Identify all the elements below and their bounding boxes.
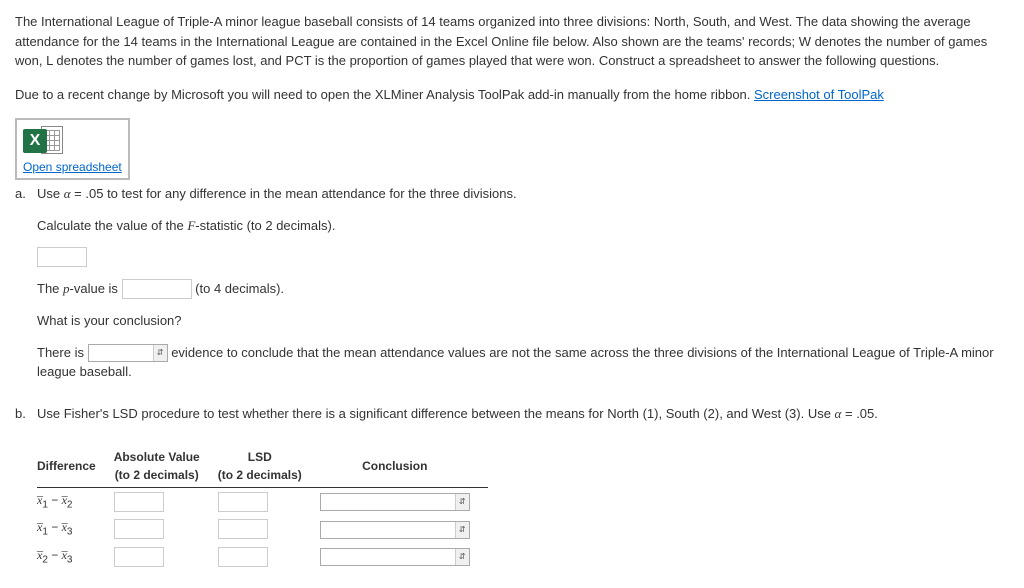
table-header-row: Difference Absolute Value(to 2 decimals)… <box>37 445 488 488</box>
p-value-input[interactable] <box>122 279 192 299</box>
th-conclusion: Conclusion <box>320 445 488 488</box>
conclusion-select[interactable]: ⇵ <box>320 521 470 539</box>
pval-post: (to 4 decimals). <box>195 281 284 296</box>
q-a-line1: Use α = .05 to test for any difference i… <box>37 184 1009 204</box>
th-difference: Difference <box>37 445 114 488</box>
conc-pre: There is <box>37 345 88 360</box>
open-spreadsheet-link[interactable]: Open spreadsheet <box>23 158 122 176</box>
evidence-select[interactable]: ⇵ <box>88 344 168 362</box>
chevron-updown-icon: ⇵ <box>455 549 469 565</box>
chevron-updown-icon: ⇵ <box>153 345 167 361</box>
q-a-l1-post: to test for any difference in the mean a… <box>103 186 516 201</box>
q-a-l2-pre: Calculate the value of the <box>37 218 187 233</box>
q-b-label: b. <box>15 404 37 436</box>
lsd-table-wrap: Difference Absolute Value(to 2 decimals)… <box>15 445 1009 570</box>
table-row: x2 − x3 ⇵ <box>37 543 488 570</box>
q-a-l1-pre: Use <box>37 186 64 201</box>
qb-eq: = .05. <box>841 406 878 421</box>
diff-cell: x2 − x3 <box>37 543 114 570</box>
lsd-value-input[interactable] <box>218 519 268 539</box>
conclusion-question: What is your conclusion? <box>37 311 1009 331</box>
question-b: b. Use Fisher's LSD procedure to test wh… <box>15 404 1009 436</box>
intro-paragraph-2: Due to a recent change by Microsoft you … <box>15 85 1009 105</box>
abs-value-input[interactable] <box>114 547 164 567</box>
diff-cell: x1 − x2 <box>37 488 114 516</box>
conclusion-row: There is ⇵ evidence to conclude that the… <box>37 343 1009 382</box>
excel-icon[interactable]: X <box>23 126 65 158</box>
qb-pre: Use Fisher's LSD procedure to test wheth… <box>37 406 835 421</box>
alpha-var: α <box>64 186 71 201</box>
abs-value-input[interactable] <box>114 492 164 512</box>
q-a-l1-eq: = .05 <box>71 186 104 201</box>
pval-pre: The <box>37 281 63 296</box>
q-b-text: Use Fisher's LSD procedure to test wheth… <box>37 404 1009 424</box>
abs-value-input[interactable] <box>114 519 164 539</box>
lsd-table: Difference Absolute Value(to 2 decimals)… <box>37 445 488 570</box>
conclusion-select[interactable]: ⇵ <box>320 548 470 566</box>
excel-x-badge: X <box>23 129 47 153</box>
intro-paragraph-1: The International League of Triple-A min… <box>15 12 1009 71</box>
toolpak-screenshot-link[interactable]: Screenshot of ToolPak <box>754 87 884 102</box>
th-absolute: Absolute Value(to 2 decimals) <box>114 445 218 488</box>
conc-post: evidence to conclude that the mean atten… <box>37 345 994 380</box>
q-a-label: a. <box>15 184 37 394</box>
p-value-row: The p-value is (to 4 decimals). <box>37 279 1009 299</box>
th-lsd: LSD(to 2 decimals) <box>218 445 320 488</box>
excel-container: X Open spreadsheet <box>15 118 130 180</box>
chevron-updown-icon: ⇵ <box>455 494 469 510</box>
conclusion-select[interactable]: ⇵ <box>320 493 470 511</box>
chevron-updown-icon: ⇵ <box>455 522 469 538</box>
table-row: x1 − x2 ⇵ <box>37 488 488 516</box>
table-row: x1 − x3 ⇵ <box>37 515 488 542</box>
q-a-l2-post: -statistic (to 2 decimals). <box>195 218 335 233</box>
q-a-line2: Calculate the value of the F-statistic (… <box>37 216 1009 236</box>
f-statistic-input[interactable] <box>37 247 87 267</box>
diff-cell: x1 − x3 <box>37 515 114 542</box>
f-stat-input-row <box>37 247 1009 267</box>
pval-mid: -value is <box>70 281 122 296</box>
question-a: a. Use α = .05 to test for any differenc… <box>15 184 1009 394</box>
lsd-value-input[interactable] <box>218 547 268 567</box>
lsd-value-input[interactable] <box>218 492 268 512</box>
intro-p2-text: Due to a recent change by Microsoft you … <box>15 87 754 102</box>
